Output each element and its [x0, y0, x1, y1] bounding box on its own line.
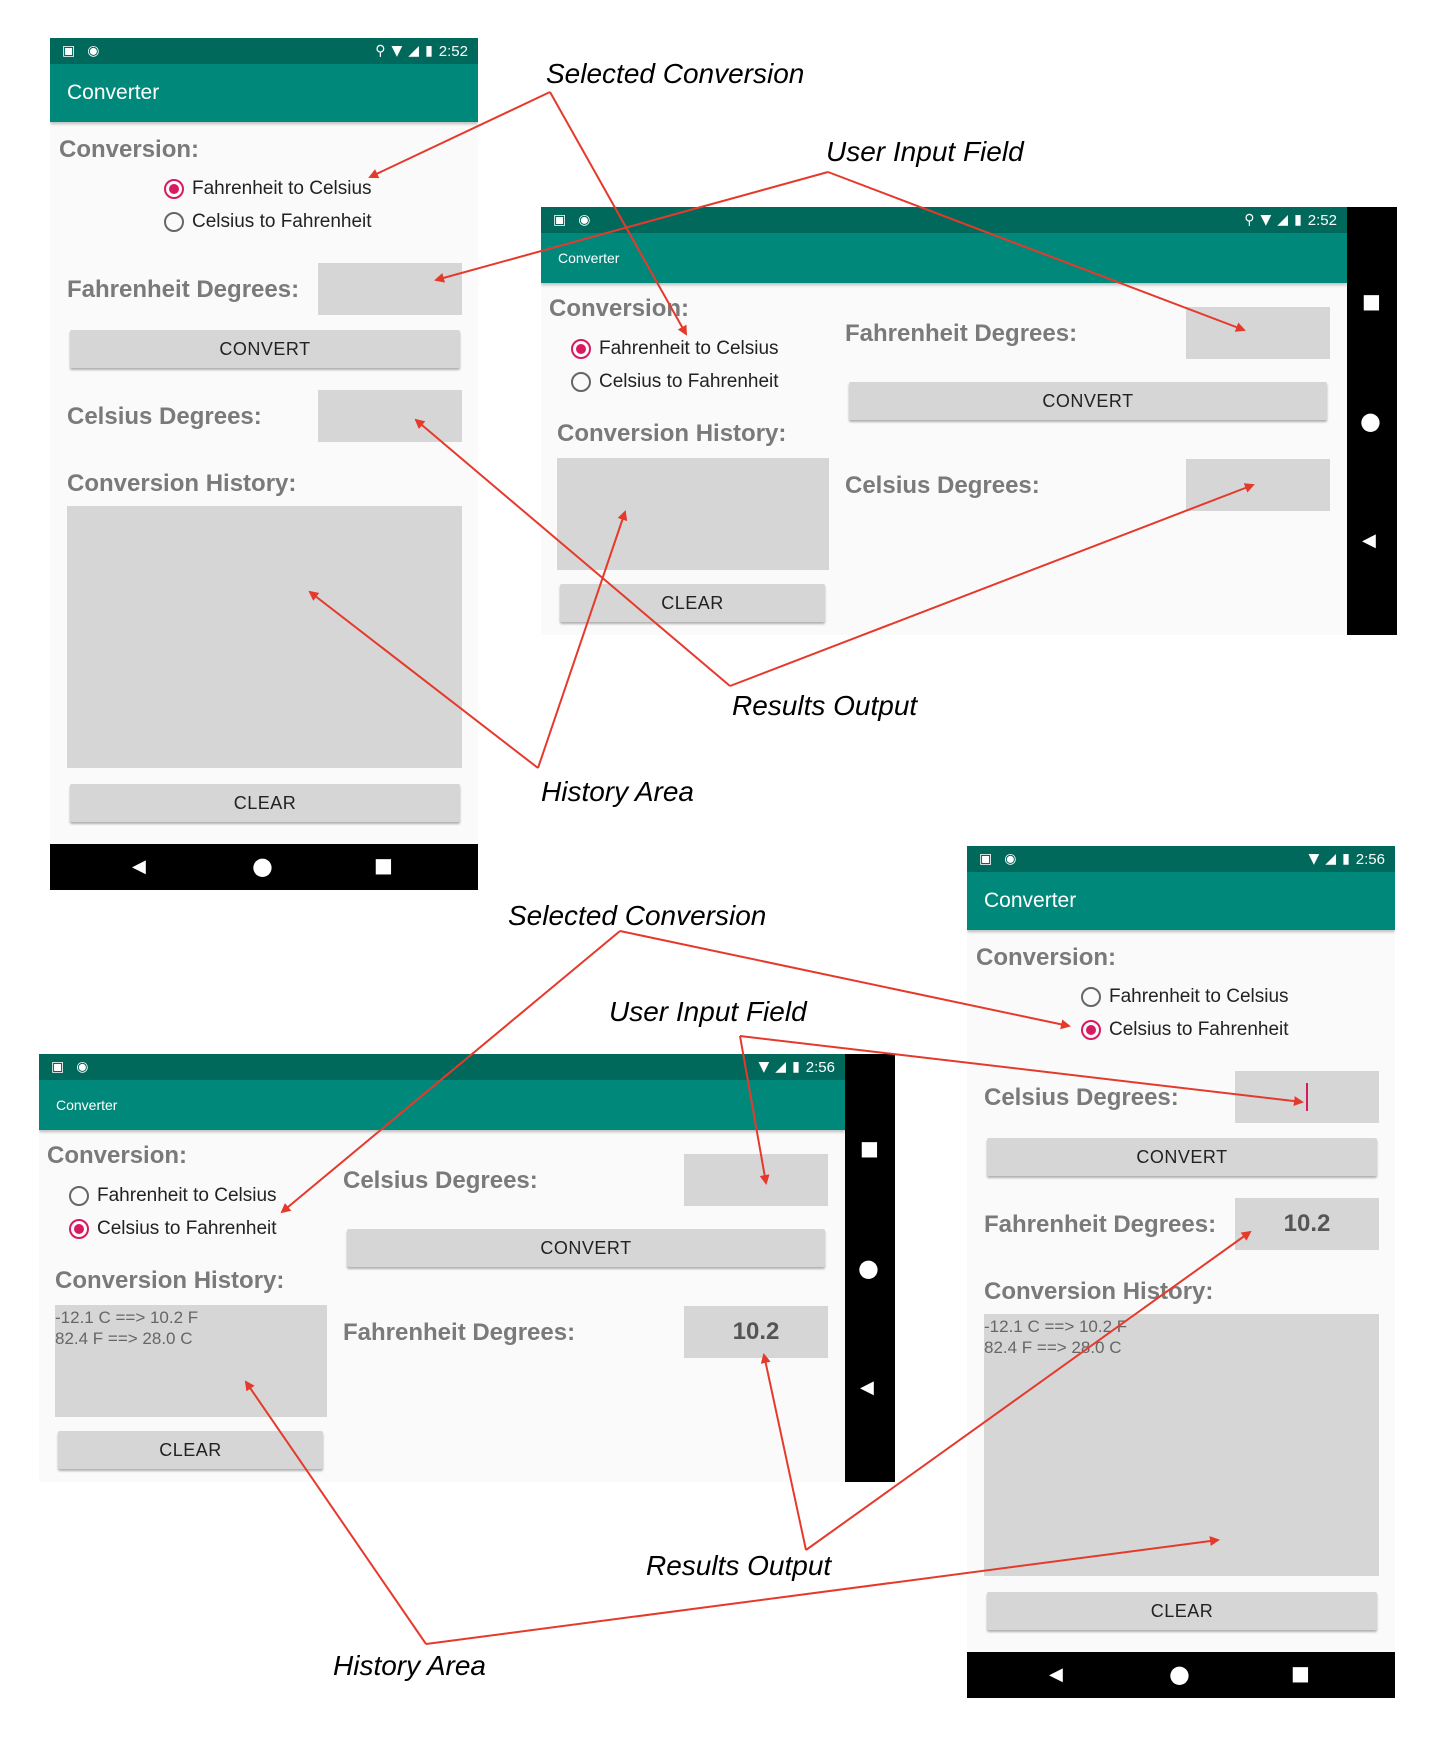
- callout-arrows: [244, 91, 1304, 1645]
